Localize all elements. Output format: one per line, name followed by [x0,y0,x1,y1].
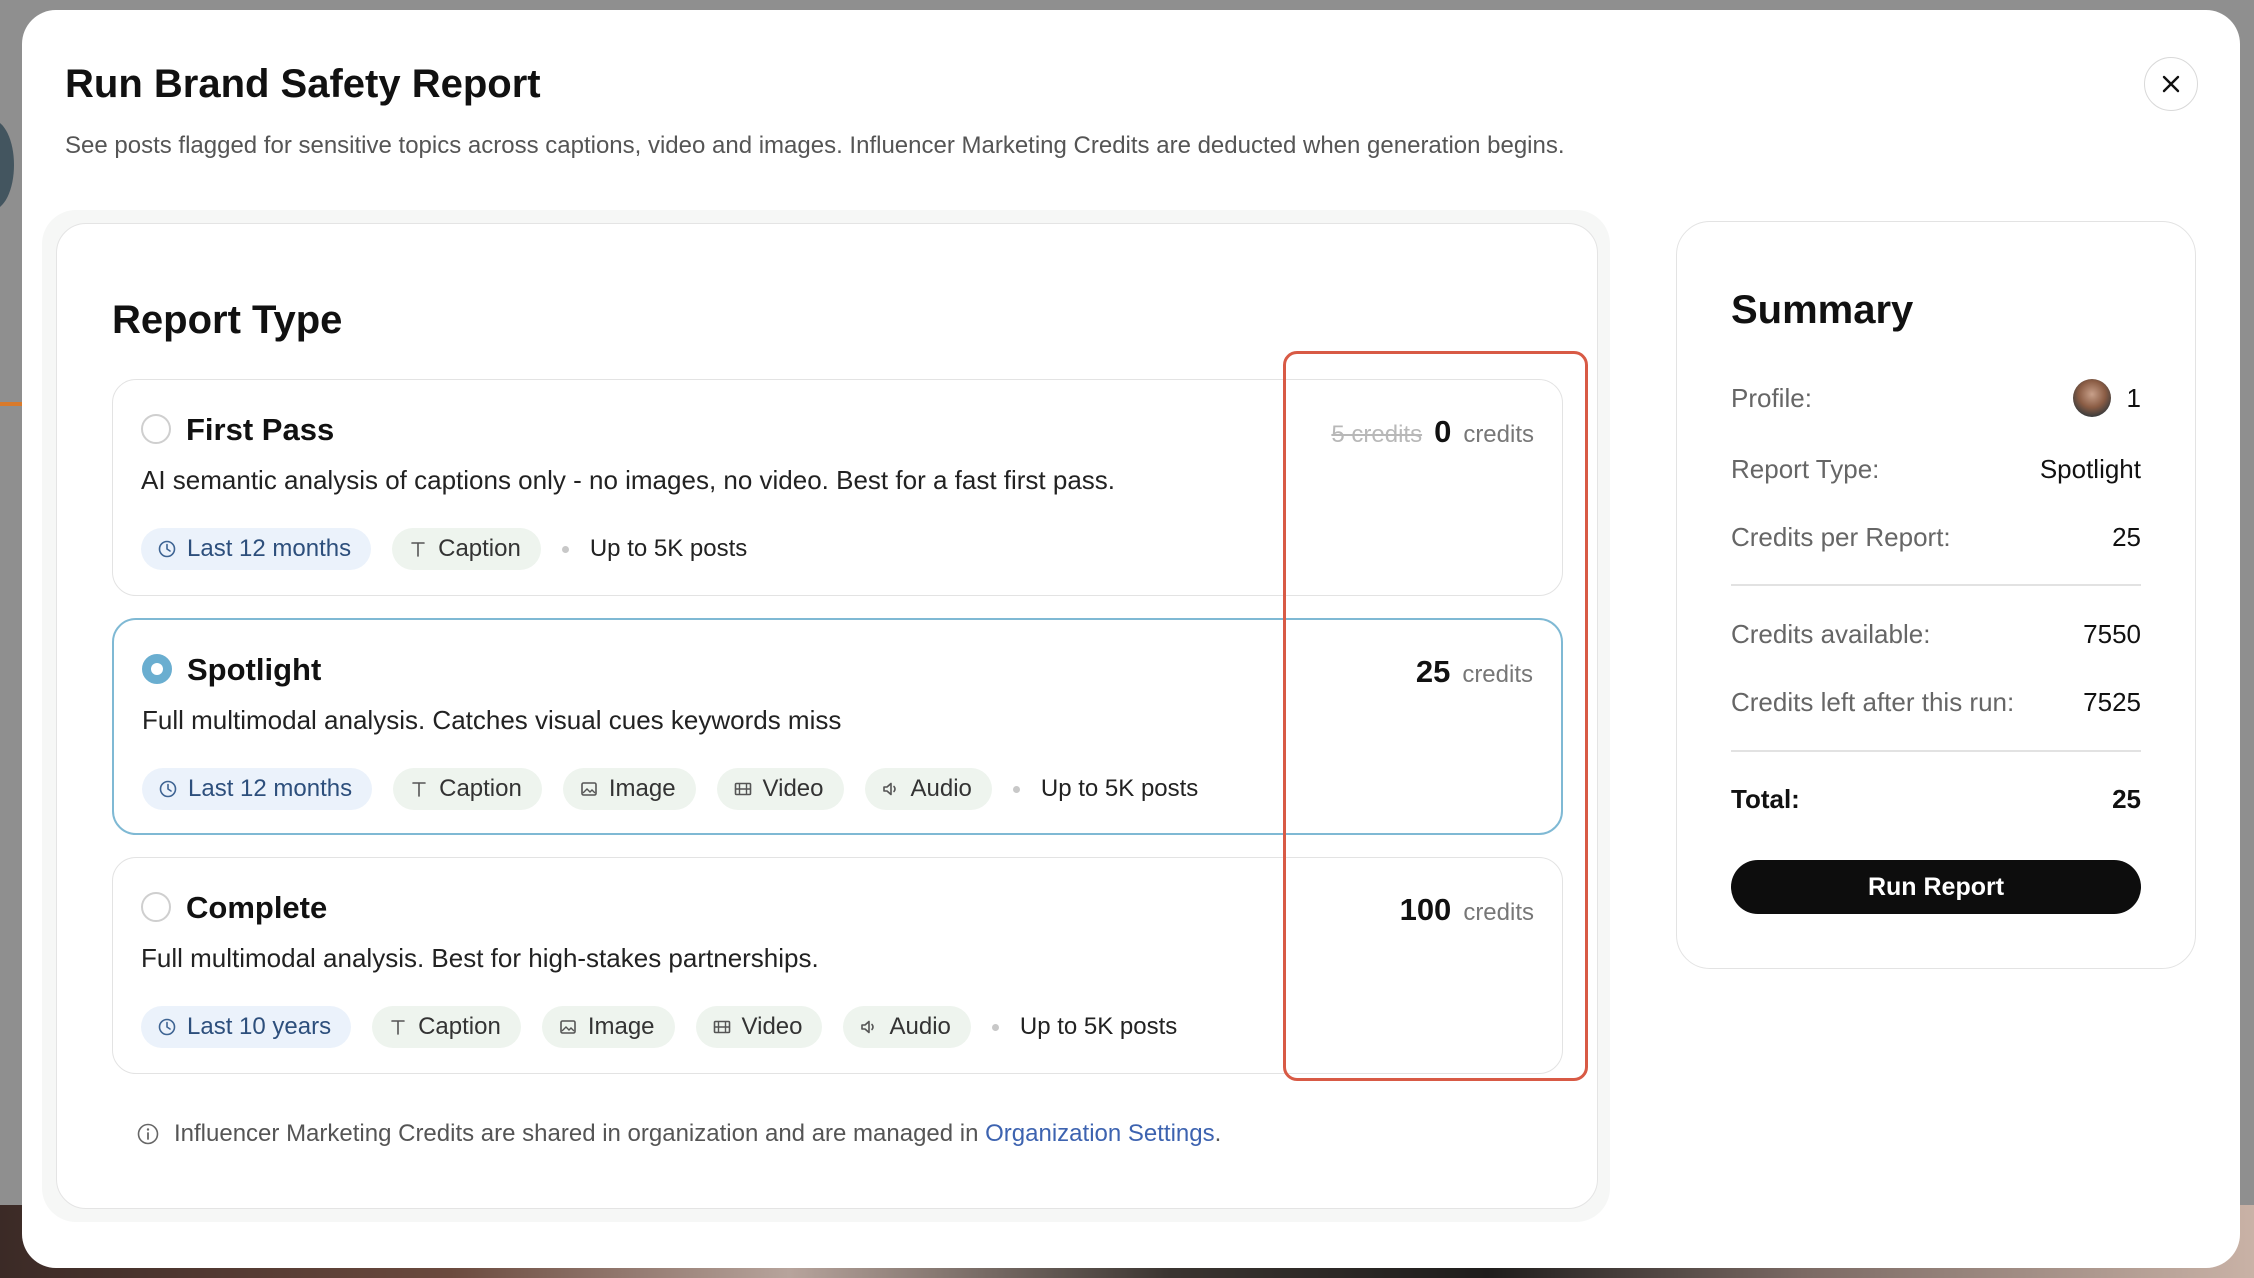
summary-row-report-type: Report Type: Spotlight [1731,454,2141,485]
row-label: Report Type: [1731,454,1880,484]
period-chip: Last 10 years [141,1006,352,1048]
period-chip: Last 12 months [142,768,373,810]
feature-label: Caption [438,535,521,562]
summary-divider [1731,750,2141,752]
organization-settings-link[interactable]: Organization Settings [985,1120,1214,1147]
row-label: Credits available: [1731,619,1931,649]
summary-divider [1731,584,2141,586]
text-t-icon [388,1017,408,1037]
row-value: Spotlight [2039,454,2141,484]
feature-chip-audio: Audio [864,768,992,810]
feature-chip-caption: Caption [392,528,541,570]
report-type-title: Report Type [112,298,343,342]
summary-row-credits-available: Credits available: 7550 [1731,619,2141,650]
run-report-button[interactable]: Run Report [1731,860,2141,914]
info-icon [137,1123,159,1145]
option-name: Complete [186,890,328,925]
option-name: Spotlight [187,652,322,687]
period-label: Last 12 months [188,775,353,802]
feature-chip-caption: Caption [393,768,542,810]
option-description: Full multimodal analysis. Catches visual… [142,705,842,735]
radio-first-pass[interactable] [141,414,171,444]
close-button[interactable] [2144,57,2198,111]
option-description: AI semantic analysis of captions only - … [141,465,1116,495]
radio-complete[interactable] [141,892,171,922]
clock-icon [157,539,177,559]
row-label: Total: [1731,784,1800,814]
separator-dot [1012,785,1020,793]
feature-chip-video: Video [695,1006,823,1048]
text-t-icon [409,779,429,799]
feature-label: Caption [418,1013,501,1040]
summary-row-total: Total: 25 [1731,784,2141,815]
row-value: 7550 [2083,619,2141,649]
speaker-icon [881,779,901,799]
option-features: Last 10 years Caption Image Video Audio … [141,1006,1177,1048]
radio-spotlight[interactable] [142,654,172,684]
footnote-end: . [1214,1120,1222,1147]
film-icon [712,1017,732,1037]
credits-footnote: Influencer Marketing Credits are shared … [136,1120,1221,1148]
summary-panel: Summary Profile: 1 Report Type: Spotligh… [1676,221,2196,969]
option-name: First Pass [186,412,335,447]
film-icon [733,779,753,799]
posts-limit: Up to 5K posts [589,535,748,562]
posts-limit: Up to 5K posts [1040,775,1199,802]
feature-label: Image [587,1013,655,1040]
image-icon [579,779,599,799]
period-label: Last 12 months [187,535,352,562]
summary-row-credits-per-report: Credits per Report: 25 [1731,522,2141,553]
row-value: 1 [2126,382,2141,413]
summary-row-profile: Profile: 1 [1731,379,2141,417]
feature-chip-audio: Audio [843,1006,971,1048]
speaker-icon [859,1017,879,1037]
feature-chip-video: Video [716,768,844,810]
summary-row-credits-left: Credits left after this run: 7525 [1731,687,2141,718]
text-t-icon [408,539,428,559]
feature-label: Audio [910,775,972,802]
row-label: Profile: [1731,382,1812,413]
feature-label: Video [762,775,824,802]
row-value: 7525 [2083,687,2141,717]
avatar [2072,379,2111,417]
image-icon [558,1017,578,1037]
modal-subtitle: See posts flagged for sensitive topics a… [65,132,1565,159]
separator-dot [561,545,569,553]
feature-chip-image: Image [541,1006,675,1048]
option-description: Full multimodal analysis. Best for high-… [141,943,819,973]
credits-highlight-box [1283,351,1588,1081]
feature-chip-caption: Caption [372,1006,521,1048]
feature-label: Audio [889,1013,951,1040]
feature-label: Image [608,775,676,802]
clock-icon [157,1017,177,1037]
row-label: Credits per Report: [1731,522,1951,552]
row-value: 25 [2112,784,2141,814]
feature-label: Caption [439,775,522,802]
period-chip: Last 12 months [141,528,372,570]
feature-chip-image: Image [562,768,696,810]
feature-label: Video [741,1013,803,1040]
separator-dot [991,1023,999,1031]
period-label: Last 10 years [187,1013,332,1040]
row-value: 25 [2112,522,2141,552]
footnote-text: Influencer Marketing Credits are shared … [174,1120,979,1147]
clock-icon [158,779,178,799]
row-label: Credits left after this run: [1731,687,2015,717]
option-features: Last 12 months Caption Up to 5K posts [141,528,747,570]
option-features: Last 12 months Caption Image Video Audio… [142,768,1198,810]
posts-limit: Up to 5K posts [1019,1013,1178,1040]
modal-title: Run Brand Safety Report [65,62,541,106]
background-tab-indicator [0,402,22,406]
close-icon [2162,75,2180,93]
summary-title: Summary [1731,288,1914,332]
